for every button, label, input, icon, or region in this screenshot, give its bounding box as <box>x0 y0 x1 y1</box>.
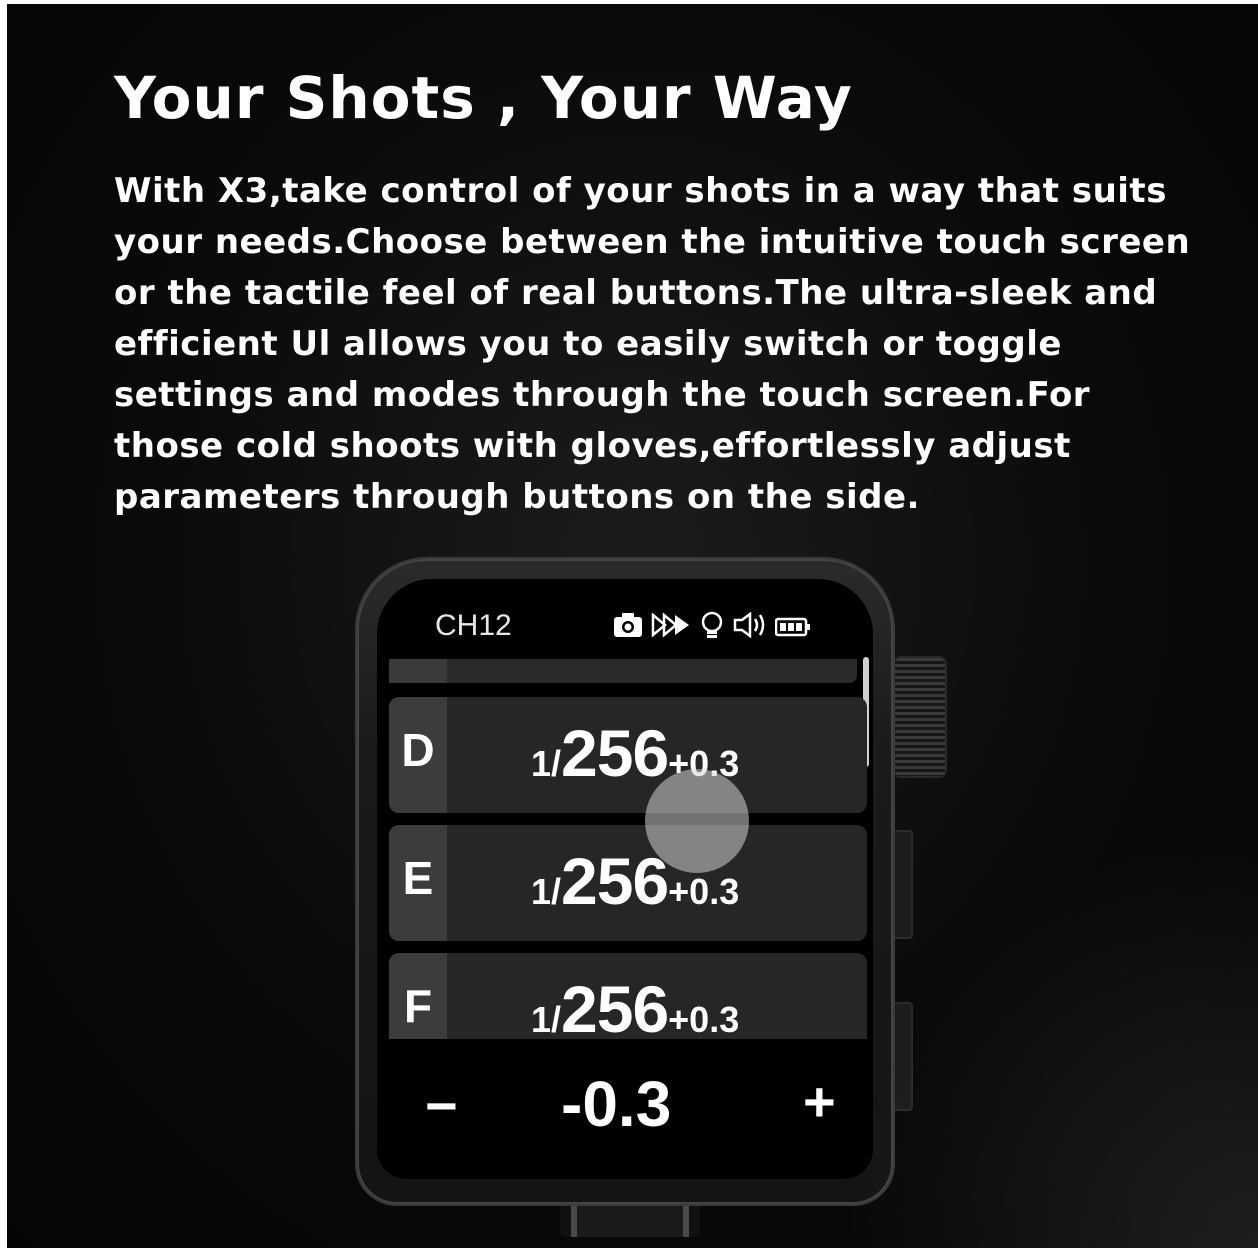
adjust-value: -0.3 <box>561 1068 672 1140</box>
status-icons <box>613 611 811 646</box>
group-letter: F <box>403 980 433 1032</box>
group-letter: E <box>402 852 434 904</box>
group-letter: D <box>401 724 435 776</box>
group-row-partial <box>389 659 857 683</box>
camera-icon <box>613 612 643 645</box>
headline: Your Shots , Your Way <box>114 64 853 132</box>
touch-indicator <box>645 769 749 873</box>
power-value: 1/256+0.3 <box>531 972 740 1046</box>
hotshoe-connector <box>560 1199 700 1237</box>
side-button-lower[interactable] <box>893 1002 913 1111</box>
control-dial[interactable] <box>893 656 947 778</box>
x3-trigger-device: CH12 D 1/256+0.3 E 1/256+0.3 F 1/256+0.3… <box>357 559 893 1204</box>
promo-panel: Your Shots , Your Way With X3,take contr… <box>7 4 1258 1248</box>
description: With X3,take control of your shots in a … <box>114 171 1191 517</box>
channel-label: CH12 <box>435 609 512 642</box>
speaker-icon <box>733 611 767 645</box>
decrease-button[interactable]: − <box>425 1073 458 1138</box>
increase-button[interactable]: + <box>803 1069 836 1134</box>
group-row-d[interactable]: D 1/256+0.3 <box>389 697 867 813</box>
battery-icon <box>774 614 811 644</box>
modeling-lamp-icon <box>699 611 725 646</box>
group-row-e[interactable]: E 1/256+0.3 <box>389 825 867 941</box>
touch-screen[interactable]: CH12 D 1/256+0.3 E 1/256+0.3 F 1/256+0.3… <box>377 579 873 1179</box>
side-button-upper[interactable] <box>893 830 913 939</box>
high-speed-sync-icon <box>651 612 691 644</box>
